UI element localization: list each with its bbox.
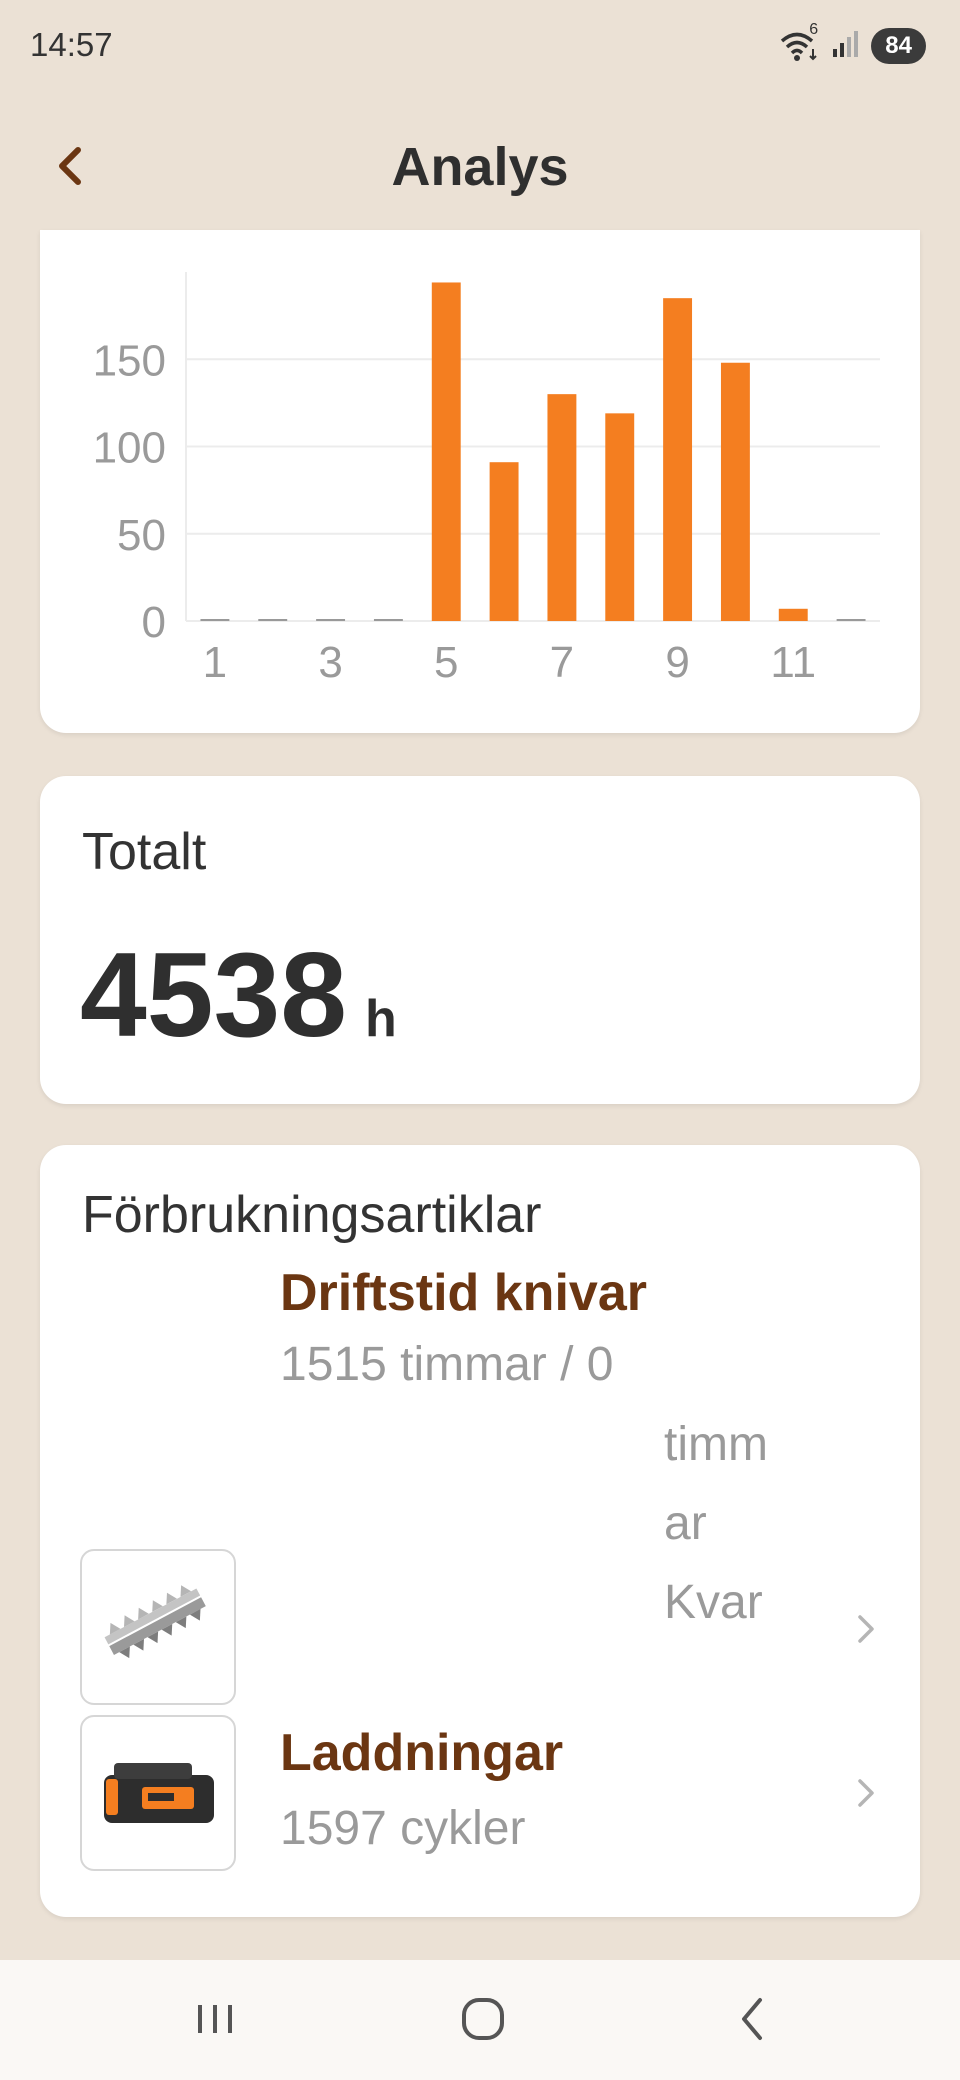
total-value-container: 4538 h bbox=[80, 926, 397, 1064]
recent-apps-button[interactable] bbox=[170, 1984, 260, 2054]
usage-chart-card: 0 50 100 150 1 3 5 7 9 11 bbox=[40, 230, 920, 733]
charges-detail: 1597 cykler bbox=[280, 1802, 526, 1855]
status-time: 14:57 bbox=[30, 26, 113, 63]
chart-bar bbox=[431, 282, 461, 621]
total-label: Totalt bbox=[82, 823, 207, 881]
top-app-bar: Analys bbox=[0, 120, 960, 210]
blades-detail-wrap: timm ar Kvar bbox=[664, 1405, 814, 1642]
chart-x-tick-label: 7 bbox=[550, 638, 574, 687]
chart-bar bbox=[778, 608, 808, 621]
consumable-item-blades[interactable]: Driftstid knivar 1515 timmar / 0 timm ar… bbox=[40, 1264, 920, 1705]
chart-bar bbox=[663, 298, 693, 621]
chart-y-tick-label: 0 bbox=[142, 598, 166, 647]
chart-x-tick-label: 11 bbox=[770, 638, 816, 687]
blades-name: Driftstid knivar bbox=[280, 1264, 647, 1322]
chart-x-tick-label: 5 bbox=[434, 638, 458, 687]
chart-x-tick-label: 9 bbox=[665, 638, 689, 687]
page-title: Analys bbox=[391, 137, 569, 197]
status-bar: 14:57 6 84 bbox=[0, 0, 960, 90]
status-icons: 6 84 bbox=[779, 21, 926, 66]
usage-bar-chart: 0 50 100 150 1 3 5 7 9 11 bbox=[93, 272, 880, 687]
chart-bar bbox=[489, 462, 519, 621]
total-card: Totalt 4538 h bbox=[40, 776, 920, 1104]
charges-name: Laddningar bbox=[280, 1724, 564, 1782]
total-value: 4538 bbox=[80, 928, 347, 1062]
chart-x-tick-label: 1 bbox=[203, 638, 227, 687]
battery-indicator: 84 bbox=[871, 28, 926, 64]
signal-icon bbox=[831, 29, 861, 64]
chart-bar bbox=[547, 394, 577, 621]
blades-wrap-line: timm bbox=[664, 1418, 768, 1471]
wifi-standard-badge: 6 bbox=[809, 21, 819, 38]
chart-bar bbox=[720, 362, 750, 621]
chart-x-tick-label: 3 bbox=[318, 638, 342, 687]
system-back-button[interactable] bbox=[708, 1984, 798, 2054]
chart-y-tick-label: 50 bbox=[117, 511, 166, 560]
home-icon bbox=[462, 1998, 504, 2040]
recent-apps-icon bbox=[198, 2005, 232, 2033]
total-unit: h bbox=[364, 990, 397, 1048]
system-nav-bar bbox=[0, 1960, 960, 2080]
consumable-item-charges[interactable]: Laddningar 1597 cykler bbox=[40, 1715, 920, 1895]
back-icon bbox=[742, 1998, 762, 2040]
blades-wrap-line: ar bbox=[664, 1497, 707, 1550]
consumables-card: Förbrukningsartiklar Driftstid knivar 15… bbox=[40, 1145, 920, 1917]
blades-wrap-line: Kvar bbox=[664, 1576, 763, 1629]
consumables-title: Förbrukningsartiklar bbox=[82, 1186, 542, 1244]
battery-pack-icon bbox=[80, 1715, 236, 1871]
chart-bar bbox=[605, 413, 635, 621]
chevron-right-icon bbox=[858, 1779, 874, 1807]
chevron-right-icon bbox=[858, 1615, 874, 1643]
hedge-blades-icon bbox=[80, 1549, 236, 1705]
chart-y-tick-label: 150 bbox=[93, 336, 166, 385]
home-button[interactable] bbox=[438, 1984, 528, 2054]
wifi-icon: 6 bbox=[779, 21, 821, 63]
chart-y-tick-label: 100 bbox=[93, 424, 166, 473]
blades-detail: 1515 timmar / 0 bbox=[280, 1338, 614, 1391]
